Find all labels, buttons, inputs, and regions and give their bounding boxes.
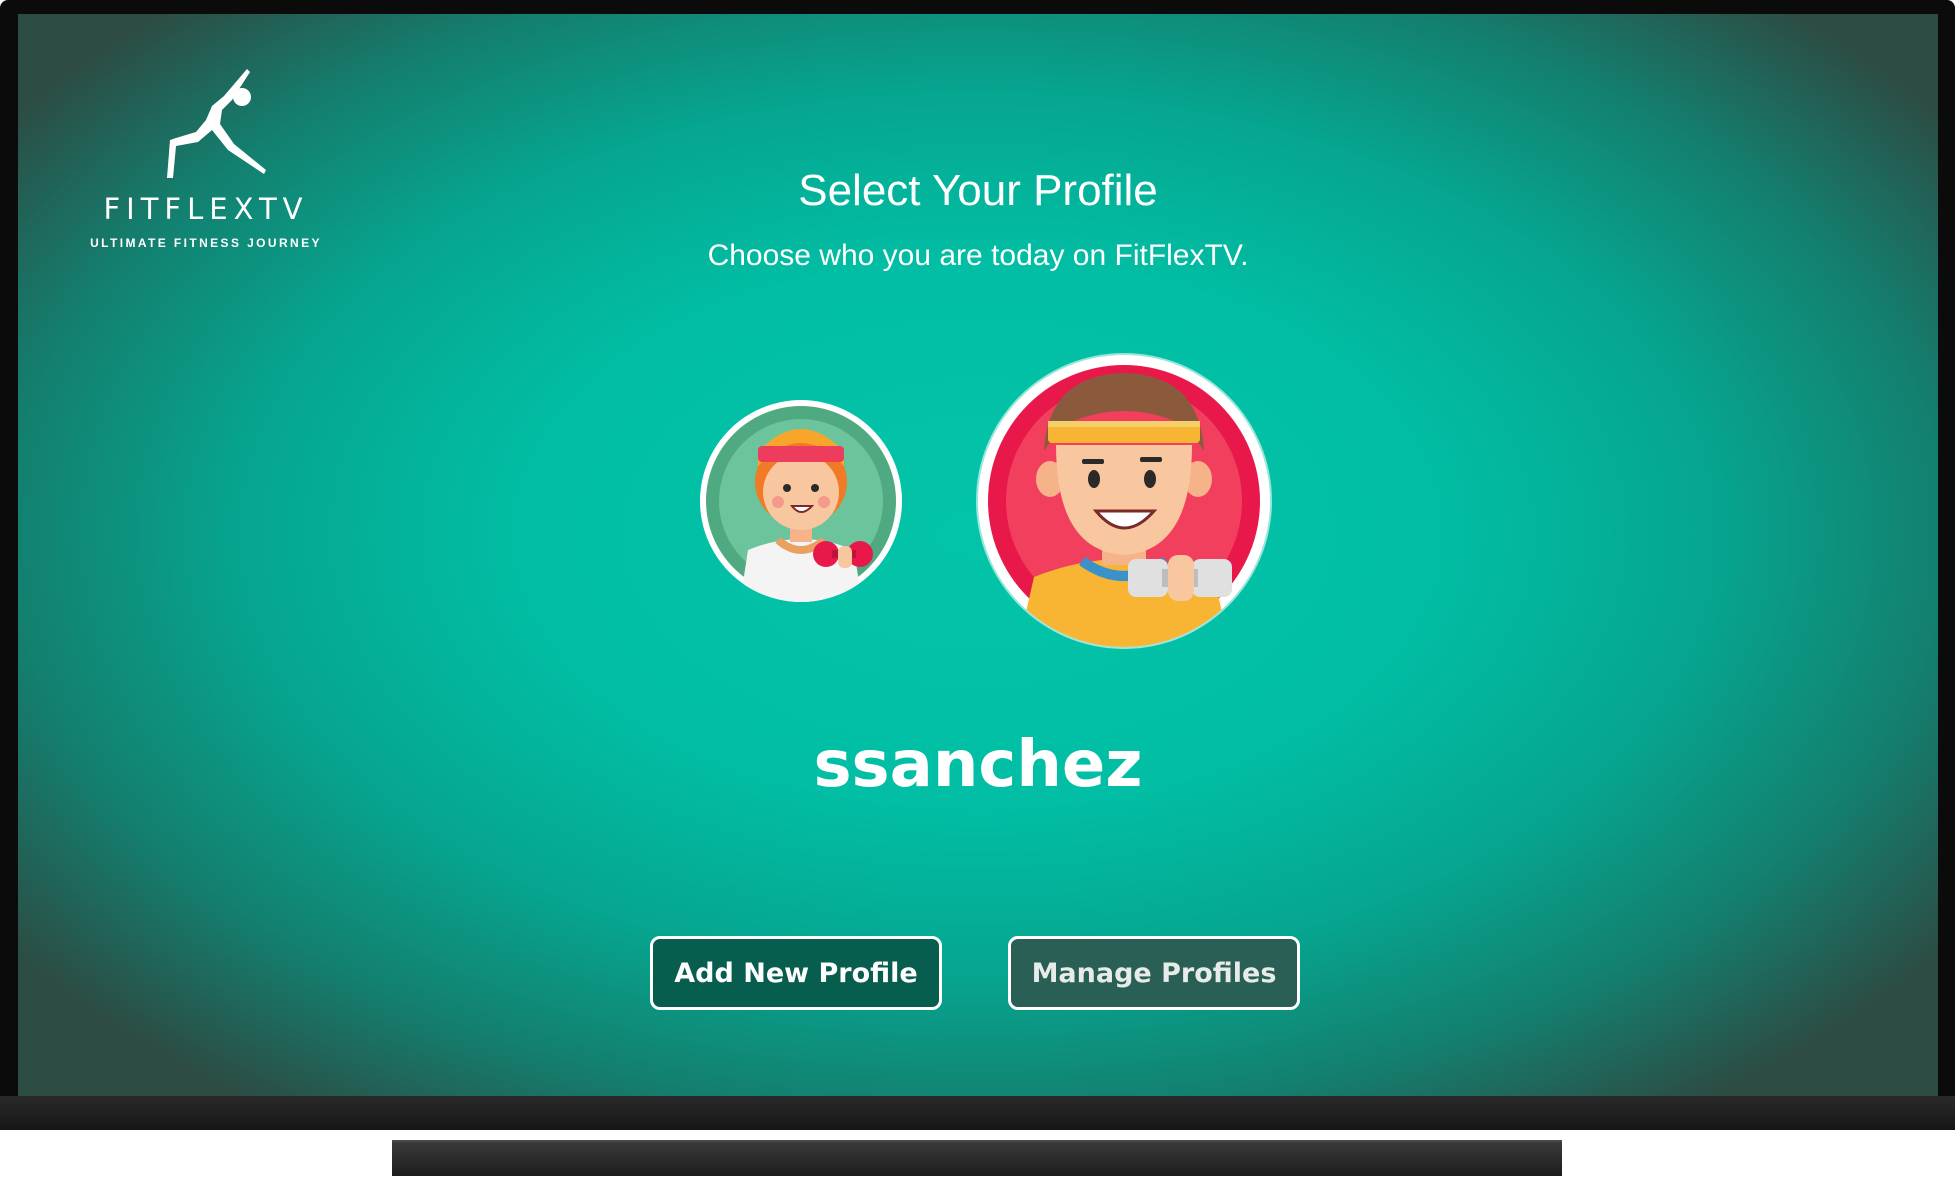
tv-stand	[392, 1140, 1562, 1176]
tv-screen: FITFLEXTV ULTIMATE FITNESS JOURNEY Selec…	[18, 14, 1938, 1096]
page-title: Select Your Profile	[798, 166, 1158, 215]
selected-profile-name: ssanchez	[813, 728, 1143, 802]
man-with-dumbbell-avatar-icon	[988, 365, 1260, 647]
profile-avatar-woman[interactable]	[700, 400, 902, 602]
add-new-profile-button[interactable]: Add New Profile	[650, 936, 942, 1010]
app-logo: FITFLEXTV ULTIMATE FITNESS JOURNEY	[56, 52, 356, 262]
page-subtitle: Choose who you are today on FitFlexTV.	[707, 239, 1249, 272]
woman-with-dumbbell-avatar-icon	[706, 406, 896, 602]
manage-profiles-button[interactable]: Manage Profiles	[1008, 936, 1300, 1010]
profile-avatar-man[interactable]	[978, 355, 1270, 647]
tv-bottom-bezel	[0, 1096, 1955, 1130]
